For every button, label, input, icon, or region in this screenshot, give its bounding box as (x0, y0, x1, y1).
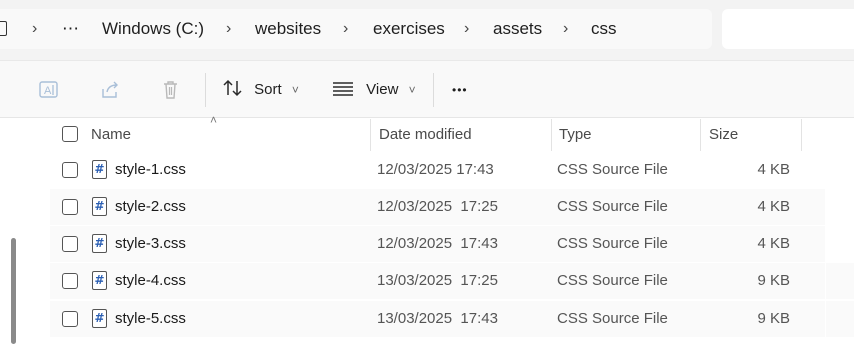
more-options-button[interactable]: ••• (452, 61, 468, 119)
column-divider[interactable] (551, 119, 552, 151)
select-all-checkbox[interactable] (62, 126, 78, 142)
toolbar-separator (433, 73, 434, 107)
file-date-modified: 12/03/2025 17:25 (377, 198, 498, 215)
breadcrumb-item-css[interactable]: css (591, 9, 617, 49)
view-label: View (366, 81, 399, 98)
column-header-name[interactable]: Name (91, 118, 131, 152)
row-checkbox[interactable] (62, 236, 78, 252)
svg-text:A: A (44, 85, 52, 97)
column-divider[interactable] (370, 119, 371, 151)
column-header-size[interactable]: Size (709, 118, 738, 152)
address-area: › ⋯ Windows (C:) › websites › exercises … (0, 0, 854, 60)
row-checkbox[interactable] (62, 162, 78, 178)
breadcrumb-item-exercises[interactable]: exercises (373, 9, 445, 49)
breadcrumb-item-windows-c[interactable]: Windows (C:) (102, 9, 204, 49)
column-header-type[interactable]: Type (559, 118, 592, 152)
file-type: CSS Source File (557, 198, 668, 215)
sort-icon (223, 79, 242, 97)
file-date-modified: 13/03/2025 17:25 (377, 272, 498, 289)
share-icon[interactable] (100, 80, 122, 100)
navigation-pane-scrollbar[interactable] (11, 238, 16, 344)
row-edge (826, 263, 854, 299)
file-size: 9 KB (757, 272, 790, 289)
breadcrumb-more-button[interactable]: ⋯ (62, 9, 79, 49)
css-file-icon: # (92, 197, 107, 216)
chevron-right-icon[interactable]: › (343, 9, 348, 49)
chevron-right-icon[interactable]: › (226, 9, 231, 49)
sort-label: Sort (254, 81, 282, 98)
css-file-icon: # (92, 160, 107, 179)
column-header-date-modified[interactable]: Date modified (379, 118, 472, 152)
file-size: 4 KB (757, 198, 790, 215)
file-type: CSS Source File (557, 310, 668, 327)
file-row[interactable]: # style-4.css 13/03/2025 17:25 CSS Sourc… (50, 263, 825, 299)
chevron-right-icon[interactable]: › (464, 9, 469, 49)
file-row[interactable]: # style-3.css 12/03/2025 17:43 CSS Sourc… (50, 226, 825, 262)
file-type: CSS Source File (557, 235, 668, 252)
file-name: style-2.css (115, 198, 186, 215)
view-icon (333, 82, 353, 96)
chevron-down-icon: ˅ (408, 83, 416, 97)
file-name: style-1.css (115, 161, 186, 178)
file-type: CSS Source File (557, 272, 668, 289)
search-box[interactable] (722, 9, 854, 49)
chevron-down-icon: ˅ (291, 83, 299, 97)
this-pc-icon[interactable] (0, 21, 7, 36)
file-size: 4 KB (757, 235, 790, 252)
file-row[interactable]: # style-2.css 12/03/2025 17:25 CSS Sourc… (50, 189, 825, 225)
row-checkbox[interactable] (62, 311, 78, 327)
css-file-icon: # (92, 309, 107, 328)
breadcrumb-item-assets[interactable]: assets (493, 9, 542, 49)
column-header-row: Name Date modified Type Size (0, 118, 854, 152)
css-file-icon: # (92, 271, 107, 290)
column-divider[interactable] (700, 119, 701, 151)
breadcrumb[interactable]: › ⋯ Windows (C:) › websites › exercises … (0, 9, 712, 49)
row-checkbox[interactable] (62, 273, 78, 289)
chevron-right-icon[interactable]: › (563, 9, 568, 49)
column-divider[interactable] (801, 119, 802, 151)
file-type: CSS Source File (557, 161, 668, 178)
row-checkbox[interactable] (62, 199, 78, 215)
file-size: 9 KB (757, 310, 790, 327)
toolbar-separator (205, 73, 206, 107)
row-edge (826, 301, 854, 337)
css-file-icon: # (92, 234, 107, 253)
file-name: style-5.css (115, 310, 186, 327)
rename-icon[interactable]: A (39, 80, 61, 100)
file-date-modified: 12/03/2025 17:43 (377, 161, 494, 178)
file-row[interactable]: # style-5.css 13/03/2025 17:43 CSS Sourc… (50, 301, 825, 337)
file-name: style-3.css (115, 235, 186, 252)
delete-icon[interactable] (160, 80, 182, 100)
breadcrumb-item-websites[interactable]: websites (255, 9, 321, 49)
file-name: style-4.css (115, 272, 186, 289)
view-button[interactable]: View ˅ (332, 61, 416, 119)
file-size: 4 KB (757, 161, 790, 178)
command-bar: A Sort ˅ View ˅ ••• (0, 60, 854, 118)
chevron-right-icon[interactable]: › (32, 9, 37, 49)
file-row[interactable]: # style-1.css 12/03/2025 17:43 CSS Sourc… (50, 152, 825, 188)
file-date-modified: 12/03/2025 17:43 (377, 235, 498, 252)
sort-button[interactable]: Sort ˅ (222, 61, 299, 119)
file-date-modified: 13/03/2025 17:43 (377, 310, 498, 327)
